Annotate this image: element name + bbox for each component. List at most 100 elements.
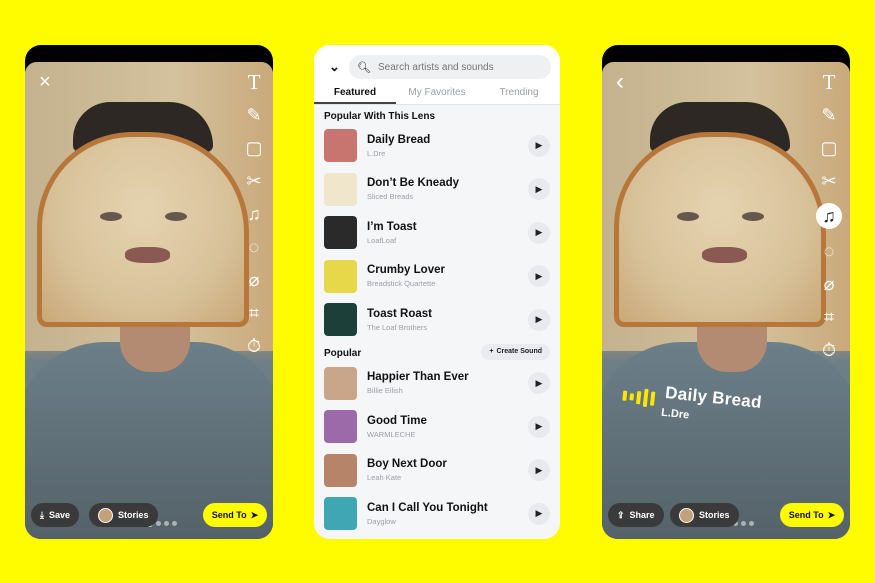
avatar [98,507,113,523]
song-artist: Dayglow [367,516,396,526]
share-icon: ⇪ [617,509,625,520]
play-button[interactable]: ▶ [528,265,550,288]
avatar [679,507,694,523]
song-artist: Leah Kate [367,473,402,483]
play-icon: ▶ [535,227,543,238]
sticker-tool-icon[interactable]: ▢ [818,137,840,159]
play-icon: ▶ [535,377,543,388]
camera-preview [25,62,273,539]
music-tool-icon[interactable]: ♫ [243,203,265,225]
song-artist: LoafLoaf [367,235,397,245]
song-row[interactable]: Crumby Lover Breadstick Quartette ▶ [314,255,560,299]
song-row[interactable]: Toast Roast The Loaf Brothers ▶ [314,298,560,342]
pen-tool-icon[interactable]: ✎ [243,104,265,126]
edit-toolbar: T ✎ ▢ ✂ ♫ ◌ ⌀ ⌗ ⏱ [816,71,842,361]
play-button[interactable]: ▶ [528,459,550,482]
album-art [324,129,357,163]
album-art [324,303,357,337]
play-icon: ▶ [535,314,543,325]
search-icon: 🔍︎ [357,61,371,74]
left-phone-screen: × T ✎ ▢ ✂ ♫ ◌ ⌀ ⌗ ⏱ ⤓ Save Stories Send T… [25,45,273,539]
text-tool-icon[interactable]: T [818,71,840,93]
song-title: Crumby Lover [367,264,445,277]
download-icon: ⤓ [40,509,44,520]
song-artist: The Loaf Brothers [367,322,428,332]
song-artist: Billie Eilish [367,386,403,396]
album-art [324,172,357,206]
stories-button[interactable]: Stories [89,503,158,527]
music-tool-icon[interactable]: ♫ [816,203,842,229]
send-to-button[interactable]: Send To ➤ [203,503,267,527]
song-row[interactable]: Can I Call You Tonight Dayglow ▶ [314,492,560,536]
play-button[interactable]: ▶ [528,502,550,525]
paperclip-tool-icon[interactable]: ⌀ [243,269,265,291]
plus-icon: + [489,348,494,355]
bread-lens-face [614,132,826,327]
song-title: Daily Bread [367,133,431,146]
album-art [324,366,357,400]
save-button[interactable]: ⤓ Save [31,503,80,527]
tab-trending[interactable]: Trending [478,81,560,104]
search-input[interactable] [377,61,538,73]
song-title: Can I Call You Tonight [367,501,488,514]
section-title: Popular [324,347,362,359]
tab-bar: Featured My Favorites Trending [314,81,560,105]
lens-tool-icon[interactable]: ◌ [818,240,840,262]
song-row[interactable]: I’m Toast LoafLoaf ▶ [314,211,560,255]
edit-toolbar: T ✎ ▢ ✂ ♫ ◌ ⌀ ⌗ ⏱ [243,71,265,357]
lens-tool-icon[interactable]: ◌ [243,236,265,258]
song-artist: Breadstick Quartette [367,279,436,289]
share-button[interactable]: ⇪ Share [608,503,664,527]
song-title: Toast Roast [367,307,432,320]
send-to-button[interactable]: Send To ➤ [780,503,844,527]
album-art [324,410,357,444]
play-icon: ▶ [535,508,543,519]
timer-tool-icon[interactable]: ⏱ [818,339,840,361]
send-arrow-icon: ➤ [250,509,259,520]
tab-featured[interactable]: Featured [314,81,396,104]
song-row[interactable]: Happier Than Ever Billie Eilish ▶ [314,362,560,406]
play-button[interactable]: ▶ [528,134,550,157]
play-icon: ▶ [535,140,543,151]
scissors-tool-icon[interactable]: ✂ [243,170,265,192]
album-art [324,216,357,250]
create-sound-button[interactable]: + Create Sound [481,343,550,360]
play-icon: ▶ [535,464,543,475]
send-arrow-icon: ➤ [827,509,836,520]
timer-tool-icon[interactable]: ⏱ [243,335,265,357]
scissors-tool-icon[interactable]: ✂ [818,170,840,192]
play-button[interactable]: ▶ [528,308,550,331]
tab-my-favorites[interactable]: My Favorites [396,81,478,104]
right-phone-screen: Daily Bread L.Dre ‹ T ✎ ▢ ✂ ♫ ◌ ⌀ ⌗ ⏱ ⇪ S… [602,45,850,539]
sticker-artist: L.Dre [660,406,690,422]
play-icon: ▶ [535,183,543,194]
play-button[interactable]: ▶ [528,221,550,244]
album-art [324,453,357,487]
sounds-panel: ⌄ 🔍︎ Featured My Favorites Trending Popu… [314,45,560,539]
stories-button[interactable]: Stories [670,503,739,527]
crop-tool-icon[interactable]: ⌗ [243,302,265,324]
search-bar[interactable]: 🔍︎ [349,55,551,79]
song-row[interactable]: Good Time WARMLECHE ▶ [314,405,560,449]
chevron-down-icon[interactable]: ⌄ [329,59,340,75]
play-button[interactable]: ▶ [528,415,550,438]
song-row[interactable]: Daily Bread L.Dre ▶ [314,124,560,168]
song-row[interactable]: Don’t Be Kneady Sliced Breads ▶ [314,168,560,212]
song-title: Don’t Be Kneady [367,177,460,190]
text-tool-icon[interactable]: T [243,71,265,93]
play-button[interactable]: ▶ [528,372,550,395]
pen-tool-icon[interactable]: ✎ [818,104,840,126]
song-artist: L.Dre [367,148,386,158]
camera-preview: Daily Bread L.Dre [602,62,850,539]
sticker-tool-icon[interactable]: ▢ [243,137,265,159]
song-artist: WARMLECHE [367,429,416,439]
close-icon[interactable]: × [39,72,51,92]
paperclip-tool-icon[interactable]: ⌀ [818,273,840,295]
album-art [324,259,357,293]
song-title: Good Time [367,414,427,427]
back-icon[interactable]: ‹ [616,70,624,94]
play-button[interactable]: ▶ [528,178,550,201]
song-title: I’m Toast [367,220,417,233]
crop-tool-icon[interactable]: ⌗ [818,306,840,328]
song-row[interactable]: Boy Next Door Leah Kate ▶ [314,449,560,493]
